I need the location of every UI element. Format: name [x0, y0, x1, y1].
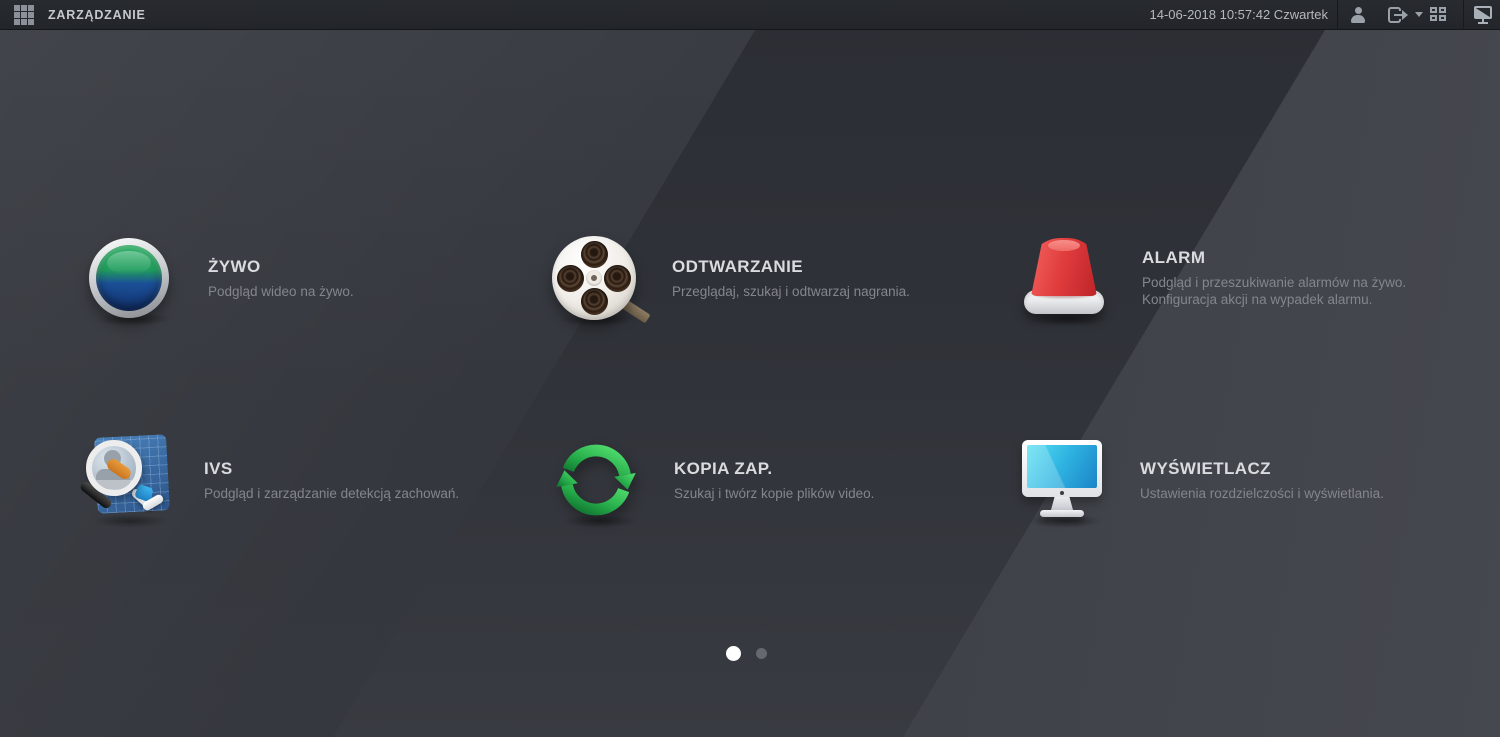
menu-item-display[interactable]: WYŚWIETLACZ Ustawienia rozdzielczości i … [1020, 434, 1500, 528]
display-output-icon[interactable] [1474, 6, 1492, 24]
menu-item-title: WYŚWIETLACZ [1140, 458, 1271, 478]
page-dot-inactive[interactable] [756, 648, 767, 659]
datetime-display: 14-06-2018 10:57:42 Czwartek [1149, 7, 1328, 22]
live-button-icon [88, 232, 172, 326]
qr-code-icon[interactable] [1430, 7, 1447, 22]
siren-icon [1022, 232, 1106, 326]
menu-item-text: WYŚWIETLACZ Ustawienia rozdzielczości i … [1140, 459, 1500, 502]
background [0, 0, 1500, 737]
main-menu-grid-icon[interactable] [14, 5, 34, 25]
menu-item-playback[interactable]: ODTWARZANIE Przeglądaj, szukaj i odtwarz… [552, 232, 1092, 326]
behavior-search-icon [78, 434, 170, 528]
backup-sync-icon [554, 434, 638, 528]
menu-item-text: ALARM Podgląd i przeszukiwanie alarmów n… [1142, 248, 1500, 308]
user-icon[interactable] [1350, 7, 1366, 23]
menu-item-backup[interactable]: KOPIA ZAP. Szukaj i twórz kopie plików v… [554, 434, 1094, 528]
menu-item-alarm[interactable]: ALARM Podgląd i przeszukiwanie alarmów n… [1022, 232, 1500, 326]
topbar-divider [1337, 0, 1338, 30]
logout-icon[interactable] [1388, 7, 1410, 23]
menu-item-live[interactable]: ŻYWO Podgląd wideo na żywo. [88, 232, 628, 326]
film-reel-icon [552, 232, 651, 326]
page-title: ZARZĄDZANIE [48, 8, 146, 22]
menu-item-desc: Podgląd i przeszukiwanie alarmów na żywo… [1142, 275, 1407, 290]
menu-item-desc: Ustawienia rozdzielczości i wyświetlania… [1140, 485, 1384, 501]
logout-caret-icon[interactable] [1415, 12, 1423, 17]
page-dot-active[interactable] [726, 646, 741, 661]
background-sheen [0, 0, 1500, 737]
pagination [0, 645, 1500, 665]
menu-item-ivs[interactable]: IVS Podgląd i zarządzanie detekcją zacho… [78, 434, 624, 528]
topbar-divider [1463, 0, 1464, 30]
menu-item-title: ALARM [1142, 248, 1206, 267]
top-bar: ZARZĄDZANIE 14-06-2018 10:57:42 Czwartek [0, 0, 1500, 30]
menu-item-desc: Konfiguracja akcji na wypadek alarmu. [1142, 292, 1373, 307]
monitor-icon [1020, 434, 1104, 528]
